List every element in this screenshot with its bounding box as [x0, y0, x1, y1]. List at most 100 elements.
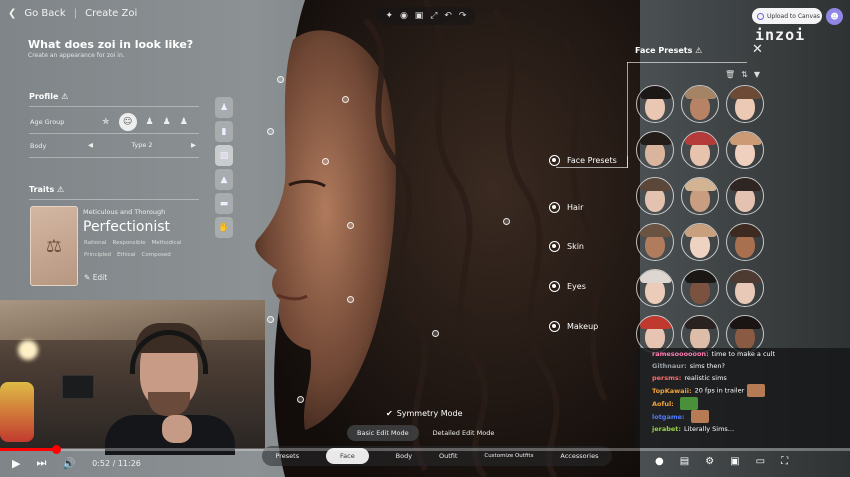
face-hotspot[interactable] [342, 96, 349, 103]
face-preset-thumb[interactable] [681, 177, 719, 215]
outfit-thumb-2[interactable]: ▮ [215, 121, 233, 142]
back-arrow-icon[interactable]: ❮ [8, 8, 16, 19]
expand-icon[interactable]: ⤢ [430, 11, 437, 21]
tab-body[interactable]: Body [396, 452, 412, 460]
volume-icon[interactable]: 🔊 [62, 457, 76, 470]
tab-customize-outfits[interactable]: Customize Outfits [484, 453, 533, 459]
warning-icon: ⚠ [695, 46, 703, 55]
symmetry-toggle[interactable]: ✔ Symmetry Mode [386, 409, 463, 418]
target-icon [549, 281, 560, 292]
chat-username: lotgame: [652, 412, 685, 421]
spark-icon[interactable]: ✦ [385, 11, 393, 21]
face-hotspot[interactable] [432, 330, 439, 337]
face-preset-thumb[interactable] [681, 269, 719, 307]
age-adult-icon[interactable]: ♟ [146, 117, 154, 127]
face-hotspot[interactable] [503, 218, 510, 225]
target-icon [549, 202, 560, 213]
video-progress-bar[interactable] [0, 448, 850, 451]
face-preset-thumb[interactable] [681, 131, 719, 169]
age-infant-icon[interactable]: ✯ [102, 117, 110, 127]
close-icon[interactable]: ✕ [752, 42, 763, 57]
category-skin[interactable]: Skin [549, 241, 584, 252]
face-preset-thumb[interactable] [636, 269, 674, 307]
age-elder-icon[interactable]: ♟ [180, 117, 188, 127]
divider [29, 133, 199, 134]
check-circle-icon: ✔ [386, 409, 393, 418]
category-hair[interactable]: Hair [549, 202, 583, 213]
next-icon[interactable]: ⏭ [36, 456, 46, 470]
trait-tag: Responsible [112, 240, 146, 246]
outfit-thumb-6[interactable]: ✋ [215, 217, 233, 238]
detailed-edit-mode-button[interactable]: Detailed Edit Mode [423, 425, 505, 441]
category-face-presets[interactable]: Face Presets [549, 155, 617, 166]
face-preset-thumb[interactable] [726, 131, 764, 169]
outfit-thumb-3[interactable]: ▧ [215, 145, 233, 166]
fullscreen-icon[interactable]: ⛶ [781, 456, 788, 467]
miniplayer-icon[interactable]: ▣ [730, 456, 739, 467]
chat-username: TopKawaii: [652, 386, 692, 395]
basic-edit-mode-button[interactable]: Basic Edit Mode [347, 425, 419, 441]
edit-trait-button[interactable]: ✎ Edit [84, 273, 107, 282]
redo-icon[interactable]: ↷ [459, 11, 467, 21]
body-prev-icon[interactable]: ◀ [88, 141, 93, 149]
connector-line [627, 62, 628, 168]
chat-username: ramesoooooon: [652, 350, 709, 358]
tab-presets[interactable]: Presets [275, 452, 299, 460]
tab-accessories[interactable]: Accessories [560, 452, 598, 460]
face-preset-thumb[interactable] [726, 269, 764, 307]
face-preset-thumb[interactable] [726, 177, 764, 215]
profile-avatar-button[interactable]: ☻ [826, 8, 843, 25]
face-preset-thumb[interactable] [726, 223, 764, 261]
face-preset-thumb[interactable] [681, 85, 719, 123]
face-preset-thumb[interactable] [636, 177, 674, 215]
camera-toolbar: ✦ ◉ ▣ ⤢ ↶ ↷ [376, 7, 476, 25]
settings-icon[interactable]: ⚙ [705, 456, 714, 467]
scales-icon: ⚖ [45, 235, 63, 257]
face-preset-thumb[interactable] [681, 223, 719, 261]
face-hotspot[interactable] [347, 296, 354, 303]
video-time: 0:52 / 11:26 [92, 458, 141, 468]
captions-icon[interactable]: ▤ [680, 456, 689, 467]
category-eyes[interactable]: Eyes [549, 281, 586, 292]
face-hotspot[interactable] [297, 396, 304, 403]
chat-message: Githnaur: sims then? [636, 360, 850, 372]
undo-icon[interactable]: ↶ [444, 11, 452, 21]
face-hotspot[interactable] [347, 222, 354, 229]
trait-tag: Methodical [151, 240, 182, 246]
face-hotspot[interactable] [277, 76, 284, 83]
face-hotspot[interactable] [267, 316, 274, 323]
outfit-thumb-5[interactable]: ▬ [215, 193, 233, 214]
autoplay-toggle-icon[interactable]: ● [655, 456, 664, 467]
trait-tags-row: Principled Ethical Composed [84, 252, 171, 258]
warning-icon: ⚠ [57, 185, 65, 194]
tab-outfit[interactable]: Outfit [439, 452, 457, 460]
sort-icon[interactable]: ⇅ [741, 70, 748, 79]
body-next-icon[interactable]: ▶ [191, 141, 196, 149]
play-icon[interactable]: ▶ [12, 457, 20, 470]
upload-canvas-button[interactable]: Upload to Canvas [752, 8, 822, 24]
age-young-adult-icon[interactable]: ☺ [118, 113, 137, 131]
video-scrubber-handle[interactable] [52, 445, 61, 454]
face-hotspot[interactable] [322, 158, 329, 165]
face-preset-thumb[interactable] [636, 223, 674, 261]
trait-card[interactable]: ⚖ [30, 206, 78, 286]
focus-icon[interactable]: ▣ [415, 11, 424, 21]
category-makeup[interactable]: Makeup [549, 321, 598, 332]
trash-icon[interactable]: 🗑 [725, 70, 735, 79]
outfit-thumb-1[interactable]: ♟ [215, 97, 233, 118]
outfit-thumb-4[interactable]: ▲ [215, 169, 233, 190]
theater-icon[interactable]: ▭ [756, 456, 765, 467]
camera-icon[interactable]: ◉ [400, 11, 408, 21]
age-middle-icon[interactable]: ♟ [163, 117, 171, 127]
warning-icon: ⚠ [61, 92, 69, 101]
face-preset-thumb[interactable] [726, 85, 764, 123]
face-preset-thumb[interactable] [636, 131, 674, 169]
go-back-link[interactable]: Go Back [24, 8, 65, 19]
filter-icon[interactable]: ▼ [754, 70, 760, 79]
face-hotspot[interactable] [267, 128, 274, 135]
chat-text: sims then? [689, 362, 725, 370]
face-preset-grid [636, 85, 764, 353]
face-preset-thumb[interactable] [636, 85, 674, 123]
header-nav: ❮ Go Back | Create Zoi [8, 8, 137, 19]
trait-tags-row: Rational Responsible Methodical [84, 240, 182, 246]
